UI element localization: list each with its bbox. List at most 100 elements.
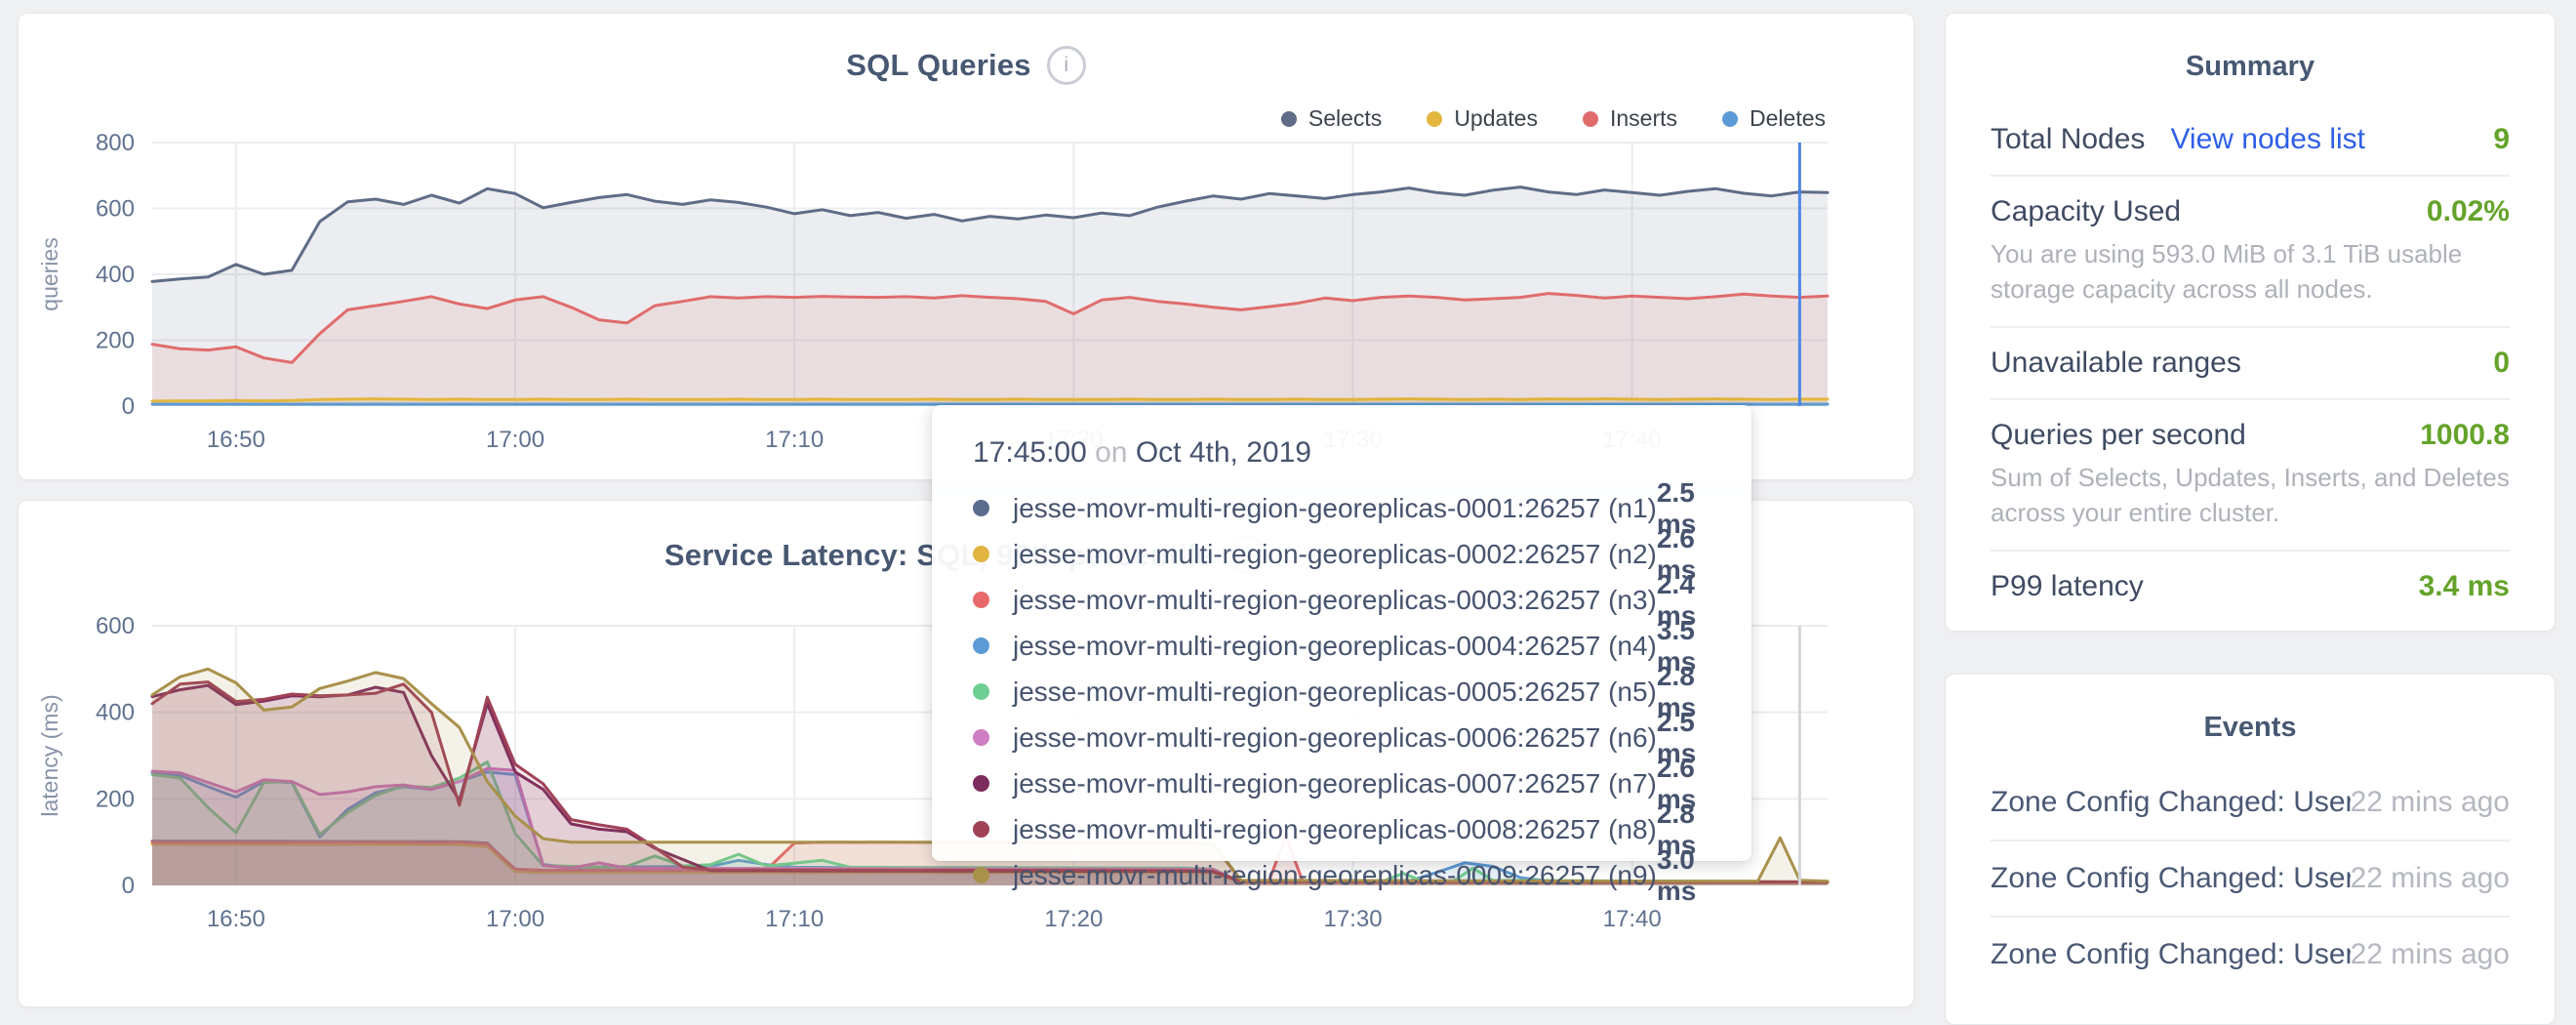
- y-tick-label: 0: [122, 393, 135, 420]
- event-label: Zone Config Changed: User…: [1991, 786, 2351, 819]
- event-row[interactable]: Zone Config Changed: User… 22 mins ago: [1991, 916, 2510, 992]
- y-axis-label: queries: [37, 237, 62, 310]
- node-name: jesse-movr-multi-region-georeplicas-0009…: [1013, 860, 1657, 891]
- tooltip-preposition: on: [1095, 436, 1127, 469]
- legend-label: Deletes: [1750, 105, 1826, 132]
- cluster-dashboard: { "colors": { "accent_link": "#2e5fe8", …: [0, 0, 2576, 974]
- x-tick-label: 16:50: [207, 427, 265, 453]
- sql-queries-title: SQL Queries: [846, 48, 1030, 83]
- node-name: jesse-movr-multi-region-georeplicas-0001…: [1013, 493, 1657, 524]
- y-tick-label: 600: [96, 196, 135, 223]
- tooltip-row: jesse-movr-multi-region-georeplicas-0001…: [973, 485, 1712, 531]
- capacity-used-label: Capacity Used: [1991, 195, 2181, 228]
- node-name: jesse-movr-multi-region-georeplicas-0005…: [1013, 676, 1657, 708]
- y-tick-label: 400: [96, 262, 135, 288]
- events-title: Events: [1991, 712, 2510, 744]
- view-nodes-list-link[interactable]: View nodes list: [2170, 123, 2365, 156]
- event-time: 22 mins ago: [2351, 786, 2510, 819]
- legend-item-deletes[interactable]: Deletes: [1722, 105, 1826, 132]
- node-latency-value: 3.0 ms: [1657, 844, 1696, 907]
- tooltip-rows: jesse-movr-multi-region-georeplicas-0001…: [973, 485, 1712, 898]
- x-tick-label: 17:20: [1044, 906, 1103, 932]
- legend-label: Selects: [1308, 105, 1382, 132]
- node-name: jesse-movr-multi-region-georeplicas-0007…: [1013, 768, 1657, 800]
- event-row[interactable]: Zone Config Changed: User… 22 mins ago: [1991, 840, 2510, 916]
- total-nodes-label: Total Nodes: [1991, 123, 2145, 156]
- node-name: jesse-movr-multi-region-georeplicas-0008…: [1013, 814, 1657, 845]
- y-tick-label: 400: [96, 700, 135, 726]
- node-color-dot: [973, 592, 989, 608]
- sql-queries-title-row: SQL Queries i: [19, 46, 1913, 85]
- queries-per-second-description: Sum of Selects, Updates, Inserts, and De…: [1991, 461, 2510, 531]
- node-name: jesse-movr-multi-region-georeplicas-0006…: [1013, 722, 1657, 754]
- legend-label: Inserts: [1610, 105, 1677, 132]
- capacity-used-value: 0.02%: [2427, 195, 2510, 228]
- x-tick-label: 17:10: [765, 906, 824, 932]
- legend-color-dot: [1583, 111, 1598, 127]
- node-name: jesse-movr-multi-region-georeplicas-0004…: [1013, 631, 1657, 662]
- event-time: 22 mins ago: [2351, 938, 2510, 971]
- node-color-dot: [973, 867, 989, 883]
- y-tick-label: 800: [96, 130, 135, 156]
- total-nodes-value: 9: [2493, 123, 2510, 156]
- x-tick-label: 16:50: [207, 906, 265, 932]
- unavailable-ranges-value: 0: [2493, 347, 2510, 380]
- summary-row-unavailable-ranges: Unavailable ranges 0: [1991, 326, 2510, 398]
- summary-row-total-nodes: Total Nodes View nodes list 9: [1991, 104, 2510, 175]
- tooltip-date: Oct 4th, 2019: [1136, 436, 1311, 469]
- node-color-dot: [973, 500, 989, 516]
- capacity-used-description: You are using 593.0 MiB of 3.1 TiB usabl…: [1991, 237, 2510, 308]
- node-name: jesse-movr-multi-region-georeplicas-0003…: [1013, 585, 1657, 616]
- tooltip-row: jesse-movr-multi-region-georeplicas-0007…: [973, 760, 1712, 806]
- y-tick-label: 0: [122, 873, 135, 899]
- tooltip-row: jesse-movr-multi-region-georeplicas-0009…: [973, 852, 1712, 898]
- node-color-dot: [973, 775, 989, 792]
- legend-label: Updates: [1454, 105, 1538, 132]
- tooltip-row: jesse-movr-multi-region-georeplicas-0002…: [973, 531, 1712, 577]
- legend-item-inserts[interactable]: Inserts: [1583, 105, 1677, 132]
- y-tick-label: 200: [96, 786, 135, 812]
- p99-latency-label: P99 latency: [1991, 570, 2144, 603]
- tooltip-row: jesse-movr-multi-region-georeplicas-0005…: [973, 669, 1712, 715]
- p99-latency-value: 3.4 ms: [2419, 570, 2510, 603]
- summary-row-p99-latency: P99 latency 3.4 ms: [1991, 550, 2510, 622]
- chart-hover-tooltip: 17:45:00 on Oct 4th, 2019 jesse-movr-mul…: [932, 405, 1751, 861]
- node-color-dot: [973, 729, 989, 746]
- x-tick-label: 17:30: [1323, 906, 1382, 932]
- summary-row-capacity-used: Capacity Used 0.02% You are using 593.0 …: [1991, 175, 2510, 326]
- legend-color-dot: [1427, 111, 1442, 127]
- node-color-dot: [973, 637, 989, 654]
- info-icon[interactable]: i: [1047, 46, 1086, 85]
- unavailable-ranges-label: Unavailable ranges: [1991, 347, 2241, 380]
- node-color-dot: [973, 821, 989, 838]
- x-tick-label: 17:40: [1603, 906, 1662, 932]
- legend-item-updates[interactable]: Updates: [1427, 105, 1538, 132]
- event-row[interactable]: Zone Config Changed: User… 22 mins ago: [1991, 765, 2510, 840]
- x-tick-label: 17:00: [486, 427, 544, 453]
- events-panel: Events Zone Config Changed: User… 22 min…: [1945, 674, 2556, 1025]
- legend-item-selects[interactable]: Selects: [1281, 105, 1382, 132]
- node-color-dot: [973, 546, 989, 562]
- summary-panel: Summary Total Nodes View nodes list 9 Ca…: [1945, 13, 2556, 632]
- queries-per-second-label: Queries per second: [1991, 419, 2246, 452]
- node-name: jesse-movr-multi-region-georeplicas-0002…: [1013, 539, 1657, 570]
- event-label: Zone Config Changed: User…: [1991, 938, 2351, 971]
- tooltip-row: jesse-movr-multi-region-georeplicas-0003…: [973, 577, 1712, 623]
- tooltip-timestamp: 17:45:00 on Oct 4th, 2019: [973, 436, 1712, 470]
- y-tick-label: 200: [96, 328, 135, 354]
- event-time: 22 mins ago: [2351, 862, 2510, 895]
- summary-row-queries-per-second: Queries per second 1000.8 Sum of Selects…: [1991, 398, 2510, 550]
- series-area-Inserts: [152, 294, 1828, 406]
- y-tick-label: 600: [96, 613, 135, 639]
- legend-color-dot: [1281, 111, 1297, 127]
- x-tick-label: 17:10: [765, 427, 824, 453]
- sql-queries-legend: Selects Updates Inserts Deletes: [1281, 105, 1826, 132]
- x-tick-label: 17:00: [486, 906, 544, 932]
- tooltip-row: jesse-movr-multi-region-georeplicas-0006…: [973, 715, 1712, 760]
- queries-per-second-value: 1000.8: [2420, 419, 2510, 452]
- y-axis-label: latency (ms): [37, 694, 62, 816]
- event-label: Zone Config Changed: User…: [1991, 862, 2351, 895]
- legend-color-dot: [1722, 111, 1738, 127]
- tooltip-time: 17:45:00: [973, 436, 1087, 469]
- node-color-dot: [973, 683, 989, 700]
